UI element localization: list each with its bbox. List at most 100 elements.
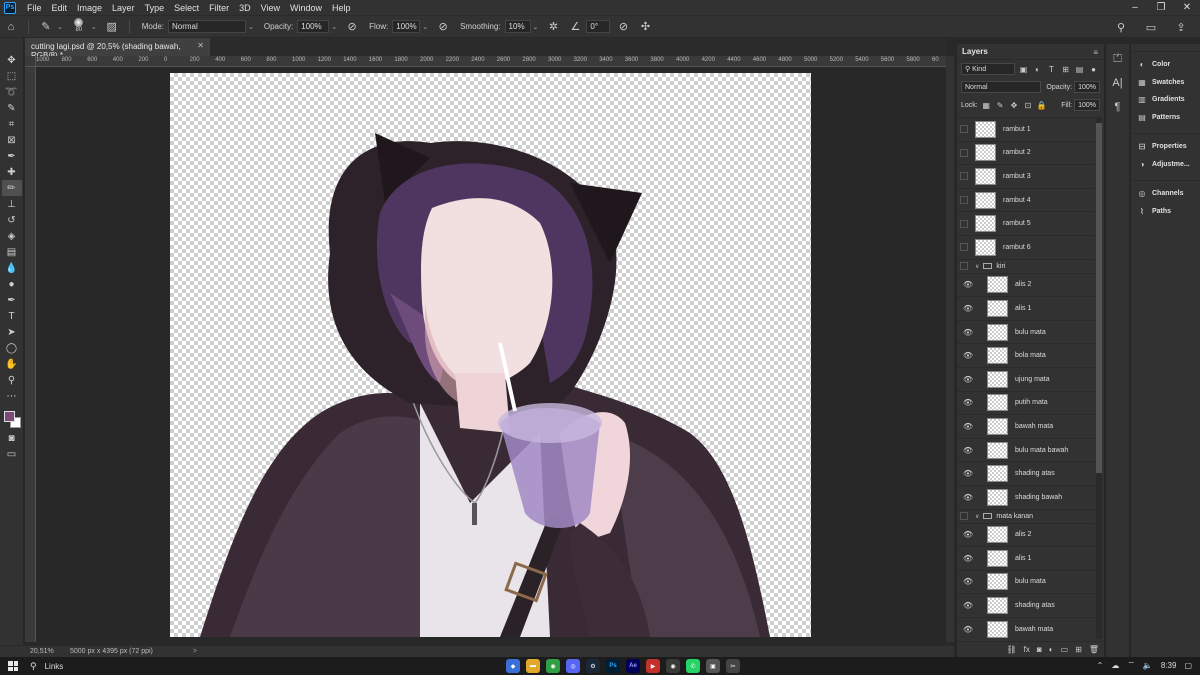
photoshop-app-icon[interactable]: Ps — [606, 659, 620, 673]
smart-object-filter-icon[interactable]: ▤ — [1074, 64, 1085, 75]
lock-artboard-icon[interactable]: ⊡ — [1022, 100, 1033, 111]
adjustment-filter-icon[interactable]: ◐ — [1032, 64, 1043, 75]
menu-edit[interactable]: Edit — [47, 3, 73, 13]
hand-tool-icon[interactable]: ✋ — [2, 356, 22, 372]
after-effects-app-icon[interactable]: Ae — [626, 659, 640, 673]
search-icon[interactable]: ⚲ — [1113, 19, 1129, 35]
filter-toggle-icon[interactable]: ● — [1088, 64, 1099, 75]
eye-icon[interactable]: 👁 — [961, 625, 975, 634]
fx-icon[interactable]: fx — [1024, 645, 1030, 654]
layer-row[interactable]: 👁 shading atas — [957, 593, 1095, 617]
layer-row[interactable]: 👁 alis 2 — [957, 522, 1095, 547]
eye-icon[interactable]: 👁 — [961, 375, 975, 384]
layer-row[interactable]: 👁 alis 1 — [957, 546, 1095, 570]
close-icon[interactable]: ✕ — [1174, 0, 1200, 15]
onedrive-icon[interactable]: ☁ — [1111, 661, 1119, 670]
dock-paths[interactable]: ⌇ Paths — [1131, 203, 1200, 221]
trash-icon[interactable]: 🗑 — [1089, 645, 1099, 654]
lasso-tool-icon[interactable]: ➰ — [2, 84, 22, 100]
adjustment-layer-icon[interactable]: ◐ — [1049, 645, 1054, 654]
network-icon[interactable]: ⌔ — [1127, 660, 1135, 670]
healing-tool-icon[interactable]: ✚ — [2, 164, 22, 180]
visibility-toggle[interactable] — [960, 243, 968, 252]
paragraph-icon[interactable]: ¶ — [1109, 98, 1127, 116]
blur-tool-icon[interactable]: 💧 — [2, 260, 22, 276]
chrome-app-icon[interactable]: ◉ — [546, 659, 560, 673]
brush-tool-icon[interactable]: ✏ — [1, 180, 22, 196]
eye-icon[interactable]: 👁 — [961, 493, 975, 502]
scrollbar-thumb[interactable] — [1096, 123, 1102, 473]
dock-patterns[interactable]: ▤ Patterns — [1131, 109, 1200, 127]
character-icon[interactable]: A| — [1109, 74, 1127, 92]
eye-icon[interactable]: 👁 — [961, 446, 975, 455]
menu-help[interactable]: Help — [327, 3, 356, 13]
layer-row[interactable]: 👁 putih mata — [957, 390, 1095, 415]
layer-row[interactable]: 👁 shading atas — [957, 461, 1095, 485]
move-tool-icon[interactable]: ✥ — [2, 52, 22, 68]
visibility-toggle[interactable] — [960, 196, 968, 205]
layer-row[interactable]: 👁 bulu mata — [957, 569, 1095, 594]
dock-properties[interactable]: ⊟ Properties — [1131, 138, 1200, 156]
layers-tab[interactable]: Layers ≡ — [957, 44, 1104, 60]
eye-icon[interactable]: 👁 — [961, 577, 975, 586]
status-menu-arrow-icon[interactable]: > — [193, 648, 197, 655]
kind-filter-select[interactable]: ⚲ Kind — [961, 63, 1015, 75]
quick-mask-icon[interactable]: ◙ — [2, 430, 22, 446]
start-button[interactable] — [6, 659, 20, 673]
restore-icon[interactable]: ❐ — [1148, 0, 1174, 15]
photos-app-icon[interactable]: ▣ — [706, 659, 720, 673]
dodge-tool-icon[interactable]: ● — [2, 276, 22, 292]
layer-row[interactable]: 👁 bawah mata — [957, 616, 1095, 639]
smoothing-input[interactable]: 10% — [504, 20, 531, 33]
layer-row[interactable]: rambut 3 — [957, 164, 1095, 188]
fill-input[interactable]: 100% — [1074, 99, 1100, 111]
quick-select-tool-icon[interactable]: ✎ — [2, 100, 22, 116]
eye-icon[interactable]: 👁 — [961, 530, 975, 539]
symmetry-icon[interactable]: ✣ — [637, 19, 653, 35]
zoom-tool-icon[interactable]: ⚲ — [2, 372, 22, 388]
brush-preset-picker[interactable]: 80 — [71, 17, 87, 36]
discord-app-icon[interactable]: ◎ — [566, 659, 580, 673]
eye-icon[interactable]: 👁 — [961, 554, 975, 563]
layer-row[interactable]: 👁 shading bawah — [957, 484, 1095, 509]
layer-row[interactable]: rambut 1 — [957, 117, 1095, 141]
gear-icon[interactable]: ✲ — [545, 19, 561, 35]
path-select-icon[interactable]: ➤ — [2, 324, 22, 340]
whatsapp-app-icon[interactable]: ✆ — [686, 659, 700, 673]
visibility-toggle[interactable] — [960, 262, 968, 271]
lock-position-icon[interactable]: ✥ — [1009, 100, 1020, 111]
crop-tool-icon[interactable]: ⌗ — [2, 116, 22, 132]
history-icon[interactable]: ⏍ — [1109, 50, 1127, 68]
foreground-color-swatch[interactable] — [3, 411, 15, 422]
chevron-down-icon[interactable]: ⌄ — [57, 23, 63, 31]
taskbar-search[interactable]: ⚲ Links — [30, 661, 63, 672]
eye-icon[interactable]: 👁 — [961, 469, 975, 478]
lock-all-icon[interactable]: 🔒 — [1036, 100, 1047, 111]
shape-filter-icon[interactable]: ⊞ — [1060, 64, 1071, 75]
layer-group-row[interactable]: ∨ mata kanan — [957, 508, 1095, 523]
type-filter-icon[interactable]: T — [1046, 64, 1057, 75]
document-canvas[interactable] — [170, 73, 811, 637]
visibility-toggle[interactable] — [960, 512, 968, 520]
dock-gradients[interactable]: ▥ Gradients — [1131, 91, 1200, 109]
menu-filter[interactable]: Filter — [204, 3, 234, 13]
notification-icon[interactable]: ▢ — [1184, 661, 1192, 670]
history-brush-icon[interactable]: ↺ — [2, 212, 22, 228]
workspace-icon[interactable]: ▭ — [1143, 19, 1159, 35]
eye-icon[interactable]: 👁 — [961, 304, 975, 313]
frame-tool-icon[interactable]: ⊠ — [2, 132, 22, 148]
pen-tool-icon[interactable]: ✒ — [2, 292, 22, 308]
eraser-tool-icon[interactable]: ◈ — [2, 228, 22, 244]
layer-row[interactable]: rambut 5 — [957, 211, 1095, 235]
lock-pixels-icon[interactable]: ✎ — [995, 100, 1006, 111]
menu-window[interactable]: Window — [285, 3, 327, 13]
mode-select[interactable]: Normal — [167, 20, 246, 33]
canvas-vertical-scrollbar[interactable] — [946, 56, 954, 642]
airbrush-icon[interactable]: ⊘ — [435, 19, 451, 35]
layer-row[interactable]: 👁 ujung mata — [957, 366, 1095, 391]
pixel-filter-icon[interactable]: ▣ — [1018, 64, 1029, 75]
menu-file[interactable]: File — [22, 3, 47, 13]
zoom-level[interactable]: 20,51% — [0, 648, 54, 655]
eyedropper-tool-icon[interactable]: ✒ — [2, 148, 22, 164]
marquee-tool-icon[interactable]: ⬚ — [2, 68, 22, 84]
